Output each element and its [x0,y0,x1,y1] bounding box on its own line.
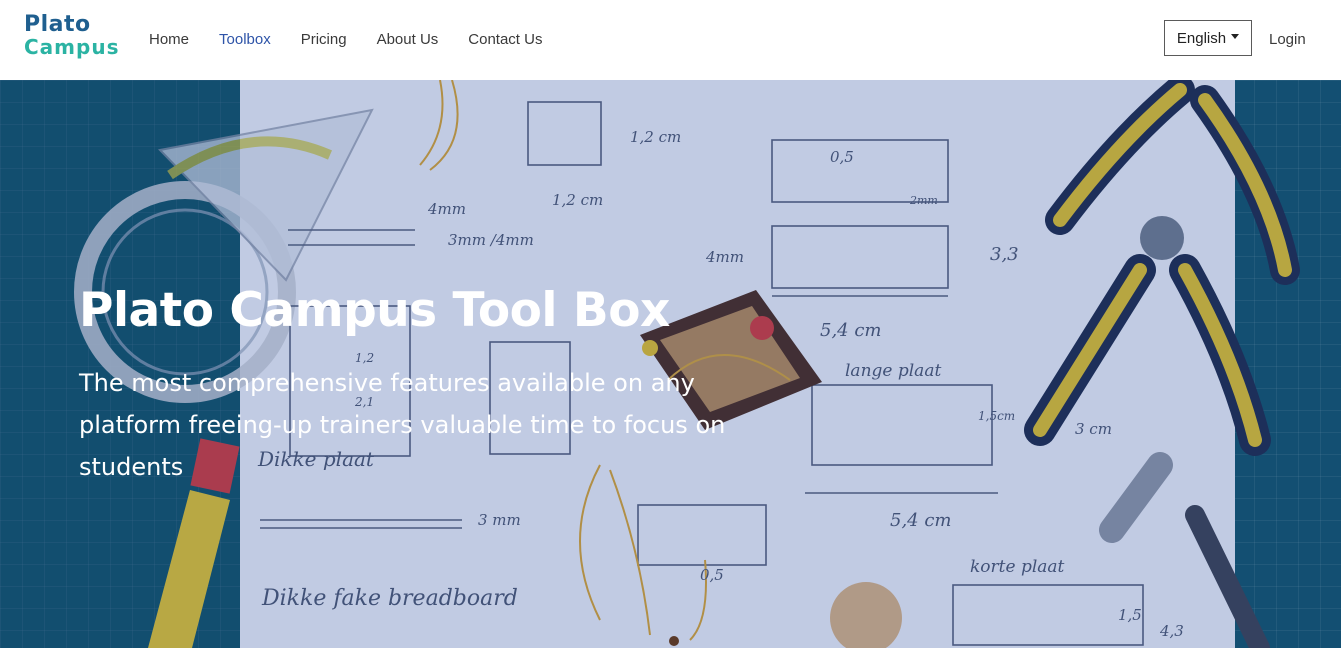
language-selected: English [1176,29,1227,47]
main-nav: Home Toolbox Pricing About Us Contact Us [149,31,572,48]
site-header: Plato Campus Home Toolbox Pricing About … [0,0,1341,80]
carousel-indicator[interactable] [669,636,679,646]
brand-logo[interactable]: Plato Campus [24,12,120,59]
logo-line2: Campus [24,35,120,59]
nav-pricing[interactable]: Pricing [301,31,347,48]
nav-home[interactable]: Home [149,31,189,48]
language-select[interactable]: English [1164,20,1252,56]
hero-banner: 1,2 cm 1,2 cm 0,5 2mm 4mm 3mm /4mm 4mm 3… [0,80,1341,648]
login-link[interactable]: Login [1269,31,1306,48]
chevron-down-icon [1231,33,1240,39]
hero-title: Plato Campus Tool Box [79,283,670,338]
nav-toolbox[interactable]: Toolbox [219,31,271,48]
nav-contact-us[interactable]: Contact Us [468,31,542,48]
hero-subtitle: The most comprehensive features availabl… [79,369,726,481]
nav-about-us[interactable]: About Us [377,31,439,48]
logo-line1: Plato [24,12,91,37]
